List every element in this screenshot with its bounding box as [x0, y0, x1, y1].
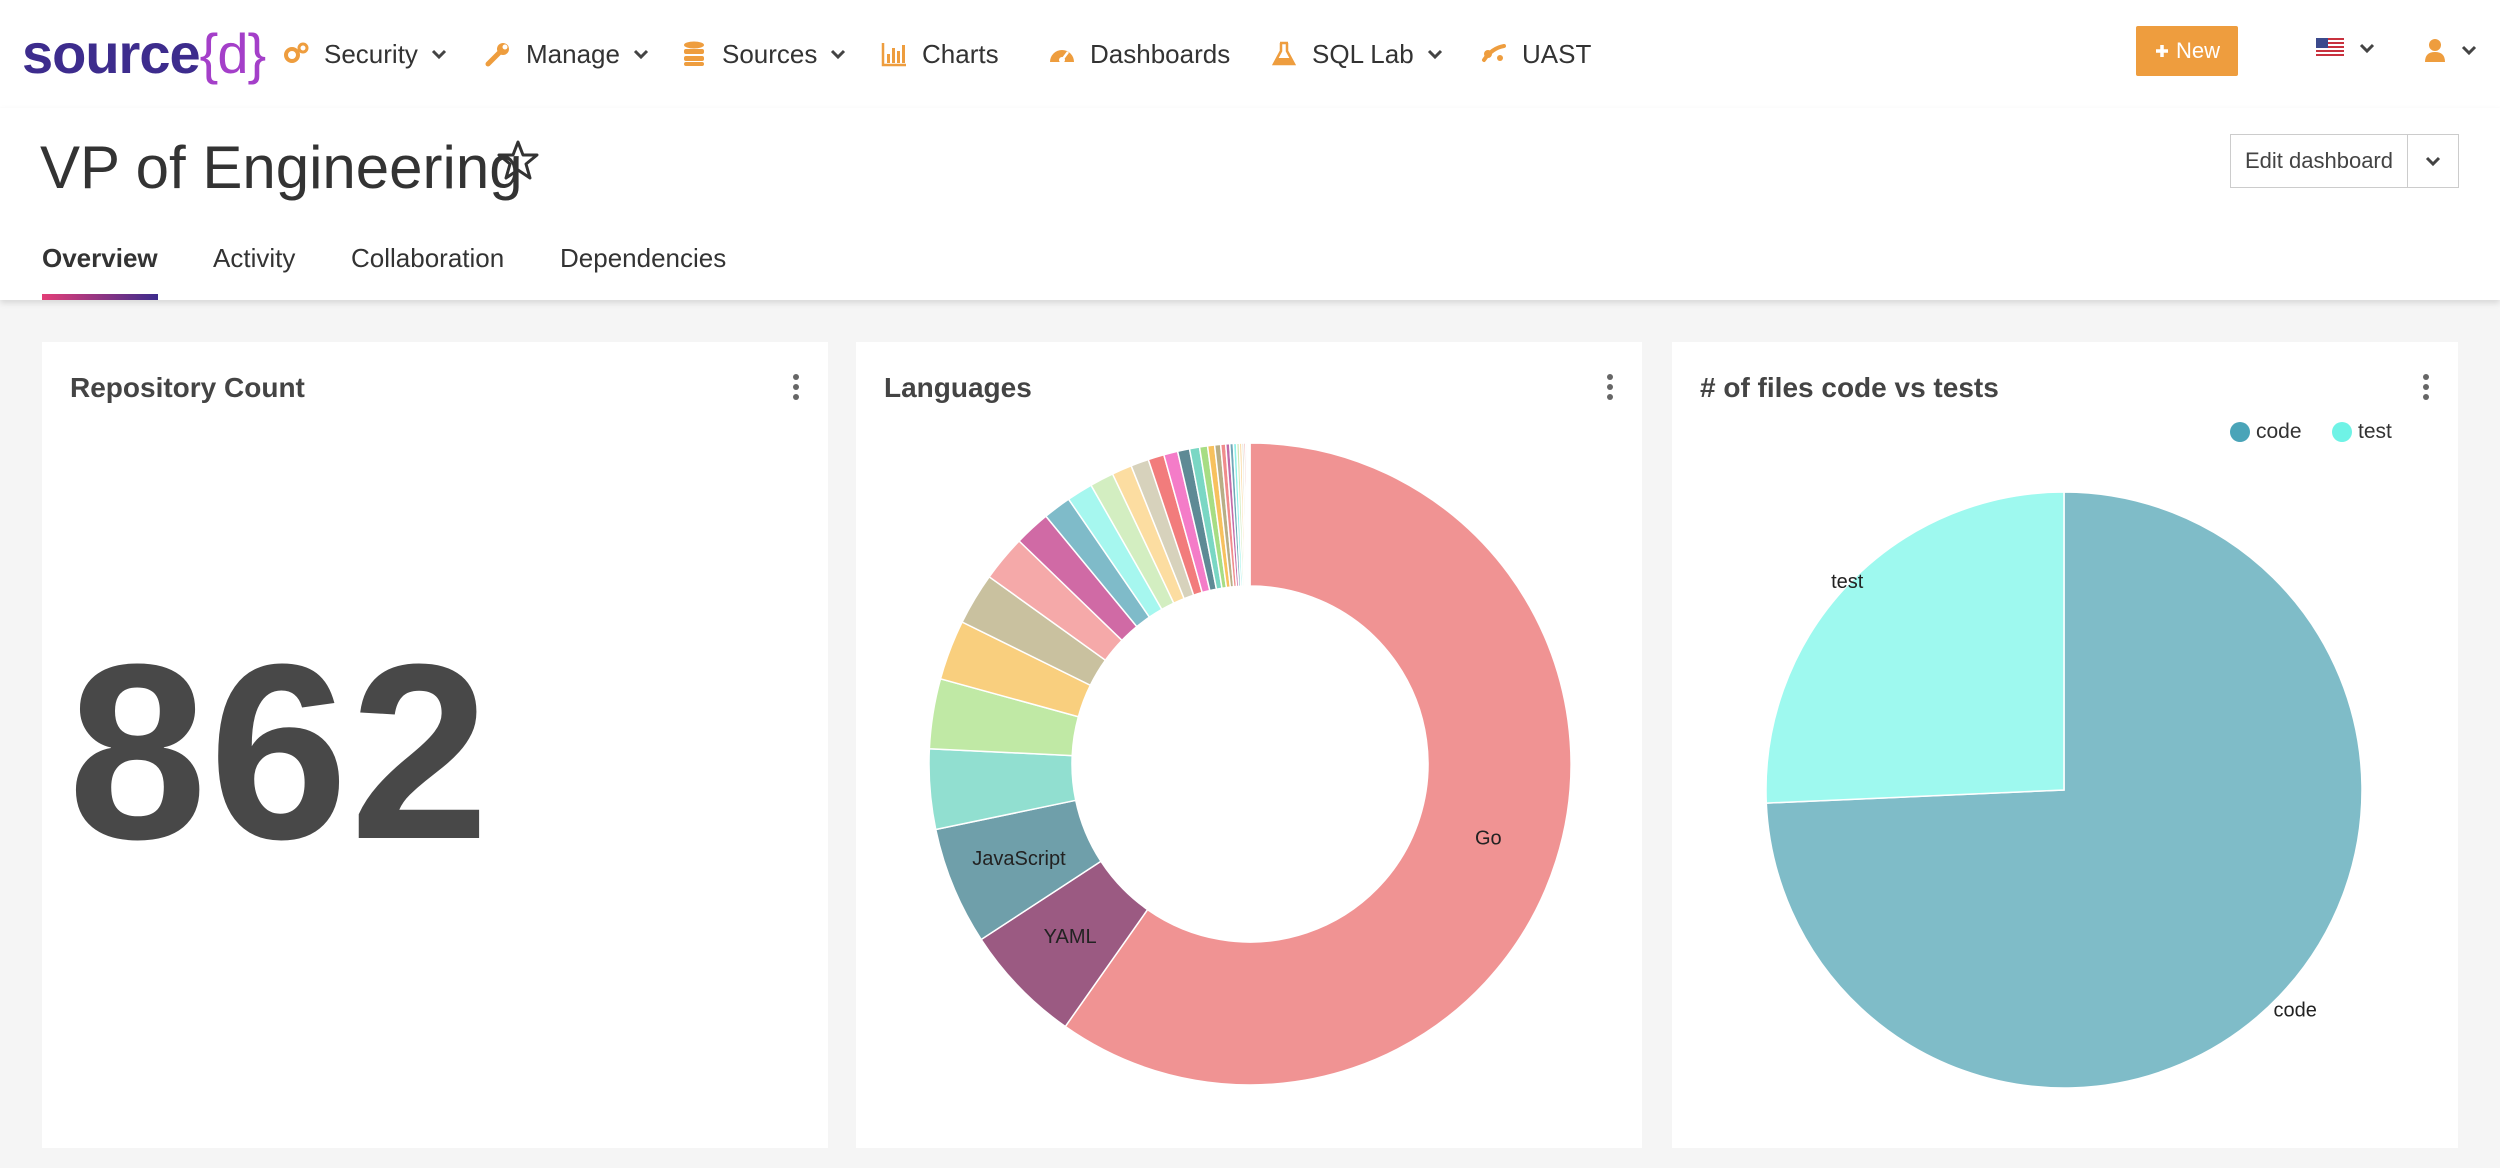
nav-sources[interactable]: Sources [680, 32, 847, 76]
top-navbar: source{d} Security Manage Sources Charts… [0, 0, 2500, 108]
plus-icon [2155, 45, 2168, 57]
files-slice-label: code [2274, 1000, 2317, 1022]
languages-slice-label: JavaScript [972, 848, 1066, 870]
files-slice-label: test [1831, 571, 1864, 593]
nav-dashboards[interactable]: Dashboards [1048, 32, 1230, 76]
languages-slice-label: YAML [1044, 926, 1097, 948]
wrench-icon [485, 43, 509, 67]
tab-dependencies[interactable]: Dependencies [560, 240, 726, 276]
languages-slice-label: Go [1475, 828, 1502, 850]
chevron-down-icon [2425, 156, 2441, 167]
nav-manage-label: Manage [526, 38, 620, 69]
files-slice-test[interactable] [1765, 491, 2065, 804]
files-code-vs-tests-card: # of files code vs tests code test code t… [1672, 342, 2458, 1148]
dashboard-gauge-icon [1050, 50, 1074, 63]
nav-dashboards-label: Dashboards [1090, 38, 1231, 69]
logo-letter: d [217, 22, 248, 85]
nav-charts[interactable]: Charts [880, 32, 999, 76]
nav-uast-label: UAST [1522, 38, 1592, 69]
languages-donut-chart: Go YAML JavaScript [928, 442, 1572, 1086]
chevron-down-icon [2359, 43, 2375, 54]
chevron-down-icon [1427, 49, 1442, 60]
logo-right-brace: } [247, 22, 267, 85]
chevron-down-icon [831, 49, 846, 60]
nav-sql-lab[interactable]: SQL Lab [1270, 32, 1444, 76]
languages-slice-31[interactable] [1248, 442, 1251, 587]
nav-security[interactable]: Security [282, 32, 448, 76]
nav-charts-label: Charts [922, 38, 999, 69]
new-button[interactable]: New [2136, 26, 2238, 76]
favorite-star-icon[interactable] [496, 138, 540, 182]
page-title: VP of Engineering [40, 134, 523, 201]
user-menu[interactable] [2424, 38, 2478, 62]
us-flag-icon [2316, 38, 2344, 58]
database-icon [684, 41, 704, 66]
edit-dashboard-button[interactable]: Edit dashboard [2230, 134, 2408, 188]
tab-collaboration[interactable]: Collaboration [351, 240, 504, 276]
chevron-down-icon [633, 49, 649, 60]
flask-icon [1271, 41, 1297, 66]
logo-left-brace: { [199, 22, 219, 85]
repository-count-card: Repository Count 862 [42, 342, 828, 1148]
card-title: Repository Count [70, 372, 305, 403]
user-icon [2425, 39, 2445, 62]
active-tab-indicator [42, 294, 158, 300]
nav-sources-label: Sources [722, 38, 818, 69]
tab-activity[interactable]: Activity [213, 240, 295, 276]
languages-card: Languages Go YAML JavaScript [856, 342, 1642, 1148]
new-button-label: New [2175, 38, 2220, 63]
nav-security-label: Security [324, 38, 418, 69]
dashboard-actions-dropdown[interactable] [2407, 134, 2459, 188]
nav-sql-lab-label: SQL Lab [1312, 38, 1414, 69]
tree-icon [1482, 44, 1506, 62]
chevron-down-icon [431, 49, 446, 60]
kebab-menu-icon[interactable] [790, 372, 802, 402]
tab-overview[interactable]: Overview [42, 240, 158, 276]
cogs-icon [284, 42, 309, 63]
sourced-logo[interactable]: source{d} [22, 22, 267, 86]
bar-chart-icon [881, 43, 906, 67]
dashboard-header: VP of Engineering Edit dashboard Overvie… [0, 108, 2500, 300]
logo-text: source [22, 22, 201, 85]
files-pie-chart: code test [1765, 491, 2363, 1089]
language-selector[interactable] [2316, 38, 2376, 58]
nav-uast[interactable]: UAST [1480, 32, 1591, 76]
big-number-value: 862 [68, 612, 492, 891]
nav-manage[interactable]: Manage [484, 32, 650, 76]
chevron-down-icon [2461, 45, 2477, 56]
